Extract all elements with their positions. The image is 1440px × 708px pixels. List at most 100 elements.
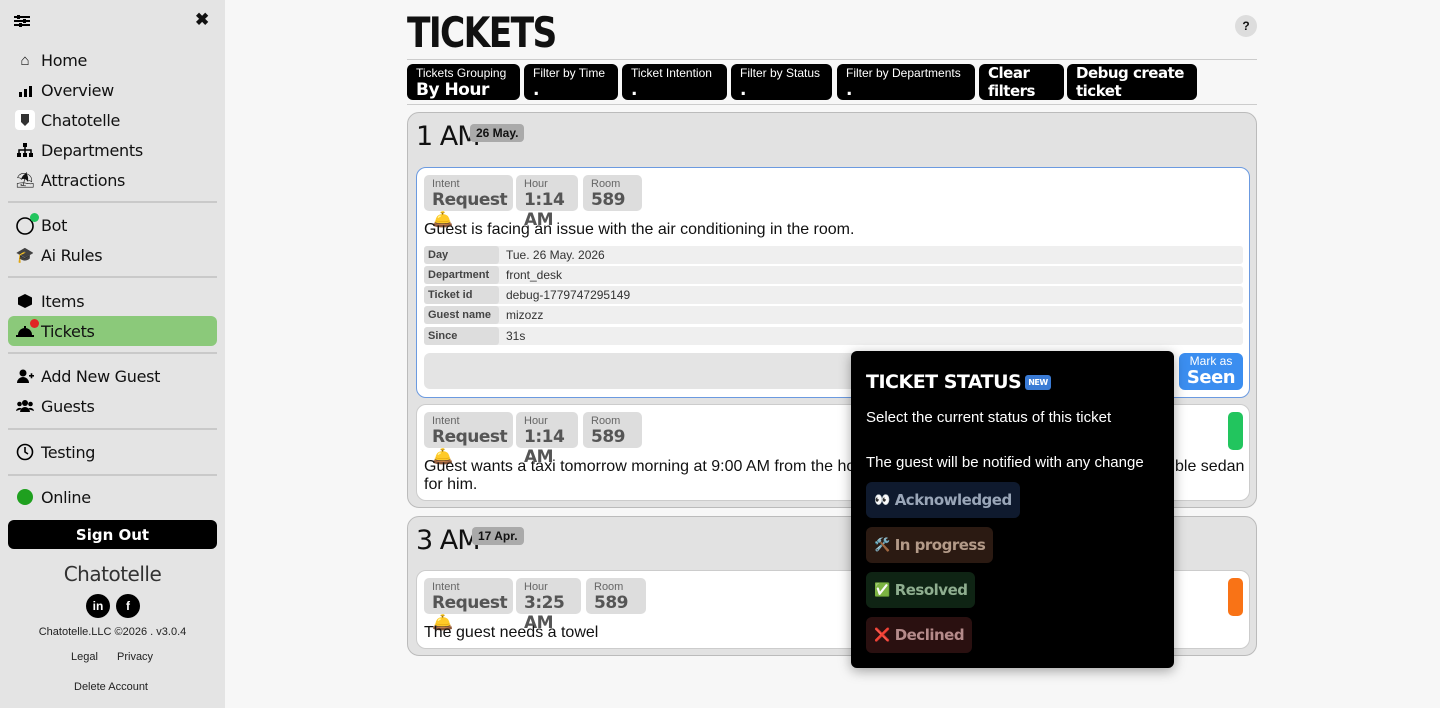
notification-dot bbox=[30, 319, 39, 328]
hour-chip: Hour 1:14 AM bbox=[516, 412, 578, 467]
sidebar-item-ai-rules[interactable]: 🎓 Ai Rules bbox=[8, 240, 217, 270]
detail-row-ticket-id: Ticket id debug-1779747295149 bbox=[424, 286, 1243, 304]
sidebar-divider bbox=[8, 352, 217, 354]
sidebar-item-guests[interactable]: Guests bbox=[8, 391, 217, 421]
bot-online-dot bbox=[30, 213, 39, 222]
sidebar-item-home[interactable]: ⌂ Home bbox=[8, 45, 217, 75]
sidebar-item-label: Bot bbox=[41, 215, 68, 235]
page-title: TICKETS bbox=[407, 8, 557, 57]
room-chip: Room 589 bbox=[583, 412, 642, 448]
filter-status-value: . bbox=[740, 80, 746, 100]
sliders-menu-icon[interactable] bbox=[14, 15, 30, 27]
stopwatch-icon bbox=[14, 441, 36, 463]
legal-link[interactable]: Legal bbox=[71, 651, 98, 663]
sidebar-item-label: Ai Rules bbox=[41, 245, 103, 265]
users-icon bbox=[14, 395, 36, 417]
ticket-description-line2: for him. bbox=[424, 476, 478, 493]
room-chip: Room 589 bbox=[586, 578, 646, 614]
tickets-grouping-button[interactable]: Tickets Grouping By Hour bbox=[407, 64, 520, 100]
group-hour: 3 AM bbox=[416, 525, 481, 556]
help-button[interactable]: ? bbox=[1235, 15, 1257, 37]
sidebar-item-label: Chatotelle bbox=[41, 110, 121, 130]
facebook-icon[interactable]: f bbox=[116, 594, 140, 618]
sidebar-item-chatotelle[interactable]: Chatotelle bbox=[8, 105, 217, 135]
graduation-cap-icon: 🎓 bbox=[15, 247, 35, 264]
popover-title: TICKET STATUS NEW bbox=[866, 371, 1051, 393]
toolbar-divider bbox=[407, 59, 1257, 60]
tickets-grouping-value: By Hour bbox=[416, 80, 489, 100]
ticket-description-end: ble sedan bbox=[1175, 458, 1245, 475]
online-status[interactable]: Online bbox=[8, 482, 217, 512]
room-chip: Room 589 bbox=[583, 175, 642, 211]
sidebar-item-label: Guests bbox=[41, 396, 95, 416]
filter-status-button[interactable]: Filter by Status . bbox=[731, 64, 832, 100]
bot-icon bbox=[14, 213, 39, 236]
sidebar-item-label: Departments bbox=[41, 140, 143, 160]
mark-as-seen-button[interactable]: Mark as Seen bbox=[1179, 353, 1243, 390]
group-date: 26 May. bbox=[470, 124, 525, 142]
detail-row-department: Department front_desk bbox=[424, 266, 1243, 284]
umbrella-beach-icon: ⛱ bbox=[15, 172, 35, 189]
sidebar-item-label: Home bbox=[41, 50, 88, 70]
close-icon[interactable]: ✖ bbox=[195, 10, 209, 30]
sidebar-item-add-new-guest[interactable]: Add New Guest bbox=[8, 361, 217, 391]
check-icon: ✅ bbox=[874, 582, 890, 598]
tickets-grouping-label: Tickets Grouping bbox=[416, 66, 507, 80]
clear-filters-button[interactable]: Clear filters bbox=[979, 64, 1064, 100]
status-dot bbox=[14, 486, 36, 508]
status-in-progress-button[interactable]: 🛠️ In progress bbox=[866, 527, 994, 563]
ticket-intention-label: Ticket Intention bbox=[631, 66, 712, 80]
detail-row-since: Since 31s bbox=[424, 327, 1243, 345]
ticket-status-popover: TICKET STATUS NEW Select the current stat… bbox=[851, 351, 1174, 668]
online-status-label: Online bbox=[41, 487, 91, 507]
hour-chip: Hour 3:25 AM bbox=[516, 578, 581, 633]
sidebar-divider bbox=[8, 276, 217, 278]
sidebar-item-bot[interactable]: Bot bbox=[8, 210, 217, 240]
sidebar-item-overview[interactable]: Overview bbox=[8, 75, 217, 105]
status-acknowledged-button[interactable]: 👀 Acknowledged bbox=[866, 482, 1020, 518]
status-indicator[interactable] bbox=[1228, 412, 1243, 450]
filter-time-button[interactable]: Filter by Time . bbox=[524, 64, 618, 100]
sidebar-item-departments[interactable]: Departments bbox=[8, 135, 217, 165]
status-resolved-button[interactable]: ✅ Resolved bbox=[866, 572, 976, 608]
cross-icon: ❌ bbox=[874, 627, 890, 643]
hotel-logo-icon bbox=[14, 109, 36, 131]
debug-create-ticket-button[interactable]: Debug create ticket bbox=[1067, 64, 1197, 100]
user-plus-icon bbox=[14, 365, 36, 387]
status-declined-button[interactable]: ❌ Declined bbox=[866, 617, 973, 653]
sidebar-item-attractions[interactable]: ⛱ Attractions bbox=[8, 165, 217, 195]
delete-account-link[interactable]: Delete Account bbox=[74, 681, 148, 693]
privacy-link[interactable]: Privacy bbox=[117, 651, 153, 663]
chart-icon bbox=[14, 79, 36, 101]
linkedin-icon[interactable]: in bbox=[86, 594, 110, 618]
sidebar-item-label: Add New Guest bbox=[41, 366, 161, 386]
sidebar-item-label: Tickets bbox=[41, 321, 95, 341]
sidebar-item-label: Overview bbox=[41, 80, 114, 100]
sidebar-item-label: Attractions bbox=[41, 170, 126, 190]
sidebar: ✖ ⌂ Home Overview Chatotelle Departments… bbox=[0, 0, 225, 708]
filter-time-value: . bbox=[533, 80, 539, 100]
popover-notice: The guest will be notified with any chan… bbox=[866, 454, 1144, 471]
intent-chip: Intent Request 🛎️ bbox=[424, 175, 513, 230]
sidebar-item-tickets[interactable]: Tickets bbox=[8, 316, 217, 346]
detail-row-guest-name: Guest name mizozz bbox=[424, 306, 1243, 324]
status-indicator[interactable] bbox=[1228, 578, 1243, 616]
filter-departments-button[interactable]: Filter by Departments . bbox=[837, 64, 975, 100]
sidebar-item-testing[interactable]: Testing bbox=[8, 437, 217, 467]
ticket-intention-value: . bbox=[631, 80, 637, 100]
filter-status-label: Filter by Status bbox=[740, 66, 821, 80]
sidebar-item-label: Items bbox=[41, 291, 85, 311]
tools-icon: 🛠️ bbox=[874, 537, 890, 553]
toolbar-divider bbox=[407, 104, 1257, 105]
ticket-intention-button[interactable]: Ticket Intention . bbox=[622, 64, 727, 100]
hour-chip: Hour 1:14 AM bbox=[516, 175, 578, 230]
brand-name: Chatotelle bbox=[63, 562, 162, 586]
filter-time-label: Filter by Time bbox=[533, 66, 606, 80]
sidebar-header: ✖ bbox=[0, 0, 225, 44]
sign-out-button[interactable]: Sign Out bbox=[8, 520, 217, 549]
sidebar-divider bbox=[8, 474, 217, 476]
sidebar-item-items[interactable]: Items bbox=[8, 286, 217, 316]
intent-chip: Intent Request 🛎️ bbox=[424, 578, 513, 633]
ticket-description: Guest wants a taxi tomorrow morning at 9… bbox=[424, 458, 856, 475]
intent-chip: Intent Request 🛎️ bbox=[424, 412, 513, 467]
